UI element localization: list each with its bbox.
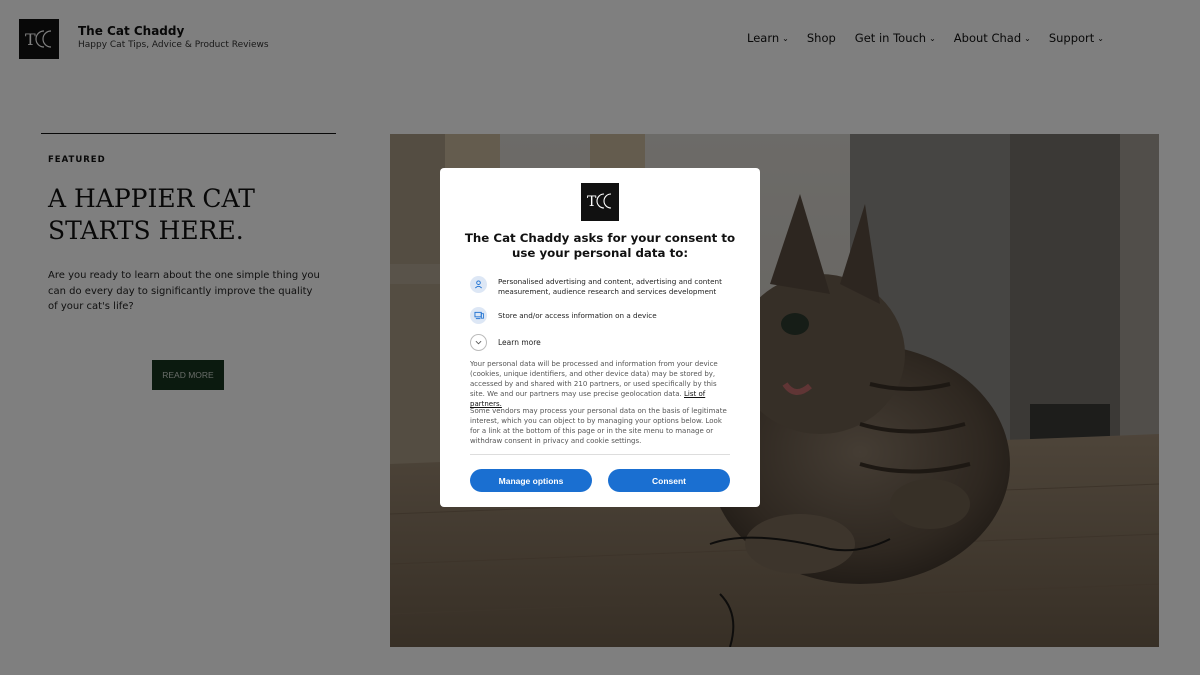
consent-logo: T: [581, 183, 619, 221]
chevron-down-icon: [470, 334, 487, 351]
purpose-text: Personalised advertising and content, ad…: [498, 277, 722, 296]
consent-divider: [470, 454, 730, 455]
consent-button[interactable]: Consent: [608, 469, 730, 492]
consent-paragraph-1: Your personal data will be processed and…: [470, 359, 732, 409]
consent-title: The Cat Chaddy asks for your consent to …: [464, 231, 736, 260]
consent-logo-mark: T: [587, 193, 612, 210]
manage-options-button[interactable]: Manage options: [470, 469, 592, 492]
consent-dialog: T The Cat Chaddy asks for your consent t…: [440, 168, 760, 507]
consent-paragraph-2: Some vendors may process your personal d…: [470, 407, 727, 445]
person-icon: [470, 276, 487, 293]
purpose-text: Store and/or access information on a dev…: [498, 311, 657, 320]
svg-text:T: T: [587, 194, 597, 210]
consent-paragraph-1-text: Your personal data will be processed and…: [470, 360, 718, 398]
device-icon: [470, 307, 487, 324]
learn-more-label: Learn more: [498, 338, 541, 347]
